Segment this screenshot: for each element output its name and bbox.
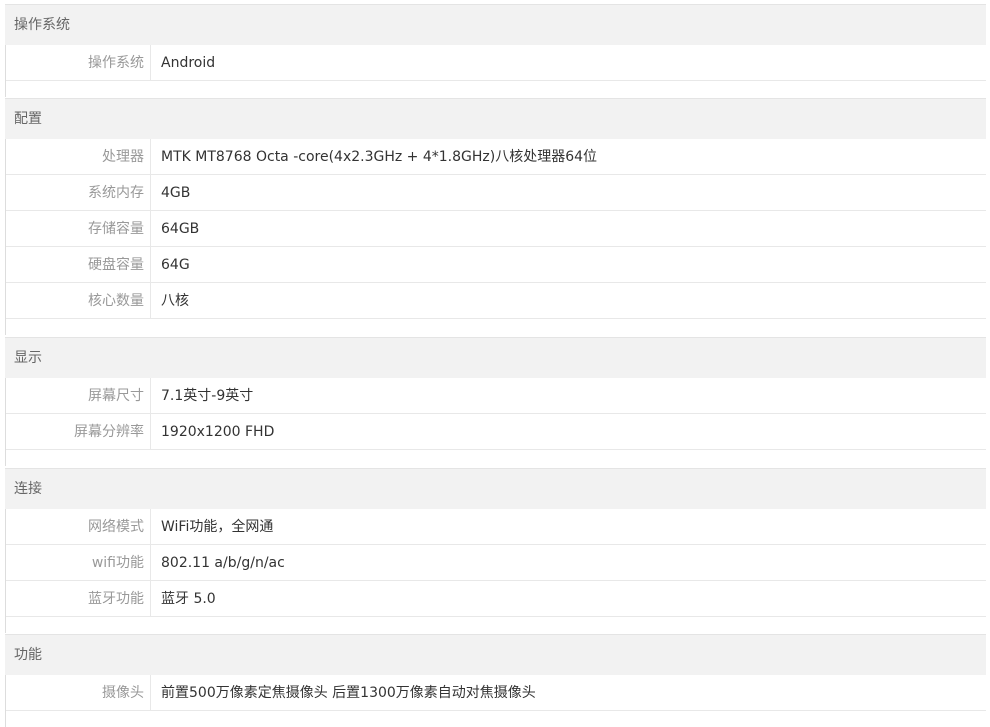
spec-value: 4GB [161, 185, 191, 201]
section-title: 配置 [5, 99, 986, 139]
spec-label: 处理器 [6, 139, 151, 174]
spec-value: 1920x1200 FHD [161, 424, 275, 440]
spec-row-processor: 处理器 MTK MT8768 Octa -core(4x2.3GHz + 4*1… [6, 139, 986, 175]
section-rows: 网络模式 WiFi功能，全网通 wifi功能 802.11 a/b/g/n/ac… [5, 509, 986, 633]
spec-value: MTK MT8768 Octa -core(4x2.3GHz + 4*1.8GH… [161, 149, 598, 165]
spec-label: 蓝牙功能 [6, 581, 151, 616]
spec-row-os: 操作系统 Android [6, 45, 986, 81]
spec-row-screen-size: 屏幕尺寸 7.1英寸-9英寸 [6, 378, 986, 414]
spec-value: 802.11 a/b/g/n/ac [161, 555, 285, 571]
spec-row-storage: 存储容量 64GB [6, 211, 986, 247]
spec-label: 屏幕尺寸 [6, 378, 151, 413]
spec-label: 摄像头 [6, 675, 151, 710]
spec-label: 存储容量 [6, 211, 151, 246]
spec-row-memory: 系统内存 4GB [6, 175, 986, 211]
section-features: 功能 摄像头 前置500万像素定焦摄像头 后置1300万像素自动对焦摄像头 [5, 634, 986, 727]
spec-label: 屏幕分辨率 [6, 414, 151, 449]
spec-value: Android [161, 55, 216, 71]
spec-value: 64G [161, 257, 190, 273]
section-title: 连接 [5, 469, 986, 509]
section-os: 操作系统 操作系统 Android [5, 4, 986, 97]
spec-value: 蓝牙 5.0 [161, 591, 216, 607]
spec-label: 网络模式 [6, 509, 151, 544]
section-title: 显示 [5, 338, 986, 378]
spec-row-disk: 硬盘容量 64G [6, 247, 986, 283]
spec-row-bluetooth: 蓝牙功能 蓝牙 5.0 [6, 581, 986, 617]
section-rows: 屏幕尺寸 7.1英寸-9英寸 屏幕分辨率 1920x1200 FHD [5, 378, 986, 466]
section-display: 显示 屏幕尺寸 7.1英寸-9英寸 屏幕分辨率 1920x1200 FHD [5, 337, 986, 466]
spec-value: 八核 [161, 293, 189, 309]
spec-label: 核心数量 [6, 283, 151, 318]
section-config: 配置 处理器 MTK MT8768 Octa -core(4x2.3GHz + … [5, 98, 986, 335]
spec-row-network: 网络模式 WiFi功能，全网通 [6, 509, 986, 545]
spec-row-wifi: wifi功能 802.11 a/b/g/n/ac [6, 545, 986, 581]
spec-value: 前置500万像素定焦摄像头 后置1300万像素自动对焦摄像头 [161, 685, 536, 701]
section-title: 功能 [5, 635, 986, 675]
spec-label: 操作系统 [6, 45, 151, 80]
spec-label: 硬盘容量 [6, 247, 151, 282]
section-title: 操作系统 [5, 5, 986, 45]
spec-value: WiFi功能，全网通 [161, 519, 274, 535]
spec-row-cores: 核心数量 八核 [6, 283, 986, 319]
section-rows: 摄像头 前置500万像素定焦摄像头 后置1300万像素自动对焦摄像头 [5, 675, 986, 727]
spec-label: wifi功能 [6, 545, 151, 580]
spec-table: 操作系统 操作系统 Android 配置 处理器 MTK MT8768 Octa… [0, 0, 990, 727]
section-rows: 处理器 MTK MT8768 Octa -core(4x2.3GHz + 4*1… [5, 139, 986, 335]
spec-label: 系统内存 [6, 175, 151, 210]
section-connectivity: 连接 网络模式 WiFi功能，全网通 wifi功能 802.11 a/b/g/n… [5, 468, 986, 633]
spec-row-resolution: 屏幕分辨率 1920x1200 FHD [6, 414, 986, 450]
spec-row-camera: 摄像头 前置500万像素定焦摄像头 后置1300万像素自动对焦摄像头 [6, 675, 986, 711]
section-rows: 操作系统 Android [5, 45, 986, 97]
spec-value: 7.1英寸-9英寸 [161, 388, 254, 404]
spec-value: 64GB [161, 221, 200, 237]
